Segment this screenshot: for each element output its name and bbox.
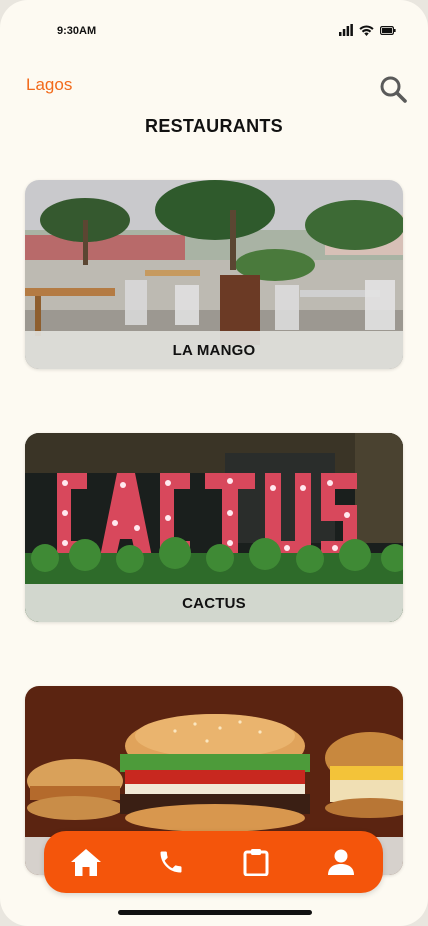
wifi-icon xyxy=(359,24,374,36)
restaurant-card-cactus[interactable]: CACTUS xyxy=(25,433,403,622)
user-icon xyxy=(327,849,354,875)
nav-profile-button[interactable] xyxy=(319,840,363,884)
card-label-bar: CACTUS xyxy=(25,584,403,622)
home-icon xyxy=(71,849,102,876)
phone-icon xyxy=(160,851,182,873)
location-label[interactable]: Lagos xyxy=(26,75,72,95)
status-icons xyxy=(339,24,396,36)
home-indicator xyxy=(118,910,312,915)
search-icon xyxy=(380,76,407,103)
restaurant-card-la-mango[interactable]: LA MANGO xyxy=(25,180,403,369)
search-button[interactable] xyxy=(378,74,410,106)
battery-icon xyxy=(380,25,396,35)
card-label-bar: LA MANGO xyxy=(25,331,403,369)
page-title: RESTAURANTS xyxy=(145,116,283,136)
nav-home-button[interactable] xyxy=(64,840,108,884)
restaurant-name: CACTUS xyxy=(182,594,246,612)
status-time: 9:30AM xyxy=(57,25,97,37)
app-screen: 9:30AM Lagos RESTAURANTS LA MANGO CACTUS xyxy=(0,0,428,926)
nav-orders-button[interactable] xyxy=(234,840,278,884)
signal-icon xyxy=(339,24,353,36)
status-bar: 9:30AM xyxy=(0,0,428,60)
restaurant-name: LA MANGO xyxy=(172,341,256,359)
clipboard-icon xyxy=(243,849,269,876)
nav-phone-button[interactable] xyxy=(149,840,193,884)
bottom-nav xyxy=(44,831,383,893)
